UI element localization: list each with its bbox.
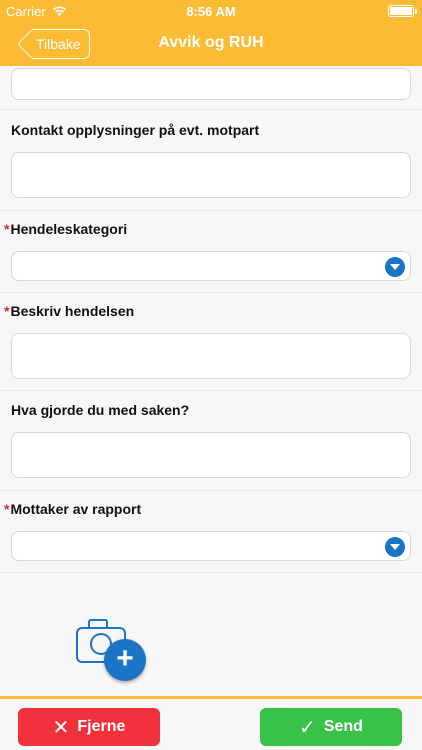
describe-input[interactable] — [11, 333, 411, 379]
chevron-down-icon[interactable] — [385, 537, 405, 557]
action-input[interactable] — [11, 432, 411, 478]
check-icon: ✓ — [299, 716, 316, 739]
bottom-action-bar: ✕ Fjerne ✓ Send — [0, 696, 422, 750]
form-section-category: *Hendeleskategori — [0, 211, 422, 293]
battery-nub — [415, 9, 417, 14]
form-section-recipient: *Mottaker av rapport — [0, 491, 422, 573]
remove-button[interactable]: ✕ Fjerne — [18, 708, 160, 746]
contact-label: Kontakt opplysninger på evt. motpart — [11, 122, 260, 138]
describe-label: *Beskriv hendelsen — [4, 303, 134, 319]
navigation-bar: Tilbake Avvik og RUH — [0, 22, 422, 66]
clock: 8:56 AM — [186, 4, 236, 19]
contact-input[interactable] — [11, 152, 411, 198]
form-section-action: Hva gjorde du med saken? — [0, 391, 422, 491]
status-bar: Carrier 8:56 AM — [0, 0, 422, 22]
text-input-top[interactable] — [11, 68, 411, 100]
chevron-down-icon[interactable] — [385, 257, 405, 277]
add-photo-button[interactable]: + — [74, 617, 148, 683]
required-mark: * — [4, 501, 10, 517]
send-button[interactable]: ✓ Send — [260, 708, 402, 746]
close-icon: ✕ — [52, 716, 70, 739]
remove-button-label: Fjerne — [77, 718, 126, 735]
battery-fill — [390, 7, 412, 15]
category-label: *Hendeleskategori — [4, 221, 127, 237]
required-mark: * — [4, 221, 10, 237]
form-section-describe: *Beskriv hendelsen — [0, 293, 422, 391]
required-mark: * — [4, 303, 10, 319]
action-label: Hva gjorde du med saken? — [11, 402, 190, 418]
plus-icon: + — [104, 639, 146, 681]
category-label-text: Hendeleskategori — [10, 221, 128, 237]
form-section-contact: Kontakt opplysninger på evt. motpart — [0, 110, 422, 211]
form-section-top — [0, 66, 422, 110]
battery-icon — [388, 5, 417, 17]
category-select[interactable] — [11, 251, 411, 281]
send-button-label: Send — [323, 718, 363, 735]
describe-label-text: Beskriv hendelsen — [10, 303, 135, 319]
back-button-label: Tilbake — [36, 36, 81, 52]
recipient-select[interactable] — [11, 531, 411, 561]
recipient-label-text: Mottaker av rapport — [10, 501, 142, 517]
recipient-label: *Mottaker av rapport — [4, 501, 141, 517]
